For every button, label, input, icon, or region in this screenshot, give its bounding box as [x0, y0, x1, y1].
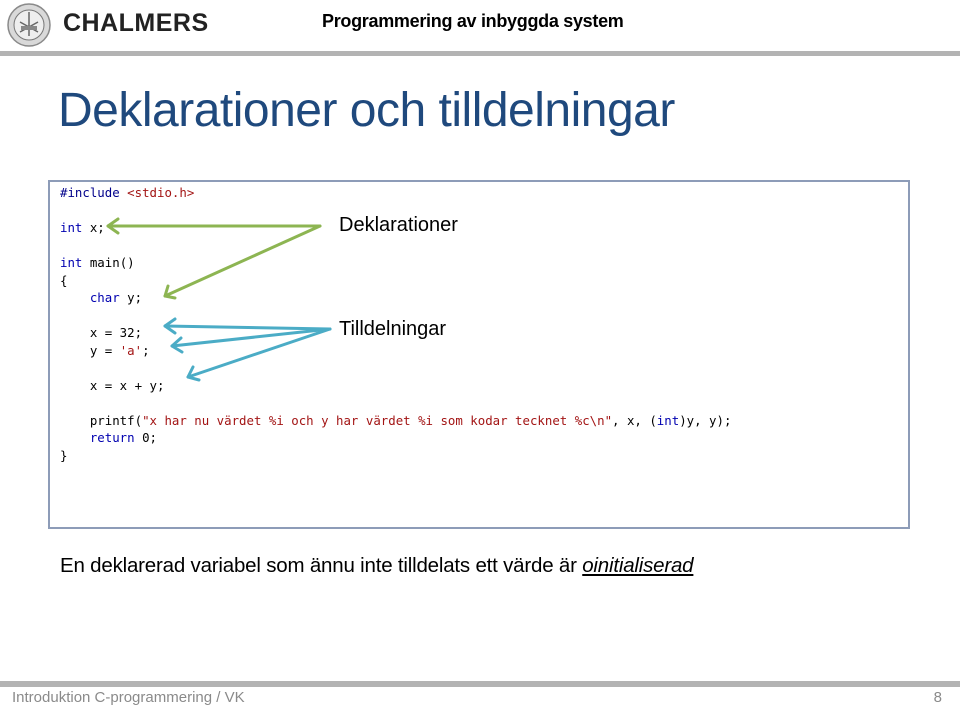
- footer-divider: [0, 681, 960, 687]
- decl-y: y;: [119, 290, 143, 305]
- slide-title: Deklarationer och tilldelningar: [58, 84, 675, 137]
- keyword-char: char: [89, 290, 120, 305]
- open-brace: {: [60, 272, 68, 288]
- assign-y-pre: y =: [89, 342, 120, 358]
- printf-args-end: )y, y);: [679, 412, 732, 428]
- keyword-int: int: [60, 255, 83, 270]
- assign-sum: x = x + y;: [89, 377, 165, 393]
- assignments-label: Tilldelningar: [339, 318, 447, 340]
- format-string: "x har nu värdet %i och y har värdet %i …: [142, 412, 613, 428]
- printf-args: , x, (: [612, 412, 657, 428]
- char-literal: 'a': [119, 342, 143, 358]
- main-signature: main(): [82, 255, 135, 270]
- note-body: En deklarerad variabel som ännu inte til…: [60, 554, 583, 577]
- keyword-return: return: [89, 430, 135, 445]
- note-text: En deklarerad variabel som ännu inte til…: [60, 554, 694, 578]
- printf-call: printf(: [89, 412, 143, 428]
- page-number: 8: [933, 689, 942, 706]
- decl-x: x;: [82, 220, 105, 235]
- course-title: Programmering av inbyggda system: [322, 11, 624, 31]
- assign-x: x = 32;: [89, 325, 143, 340]
- return-value: 0;: [134, 430, 157, 445]
- keyword-int: int: [60, 220, 83, 235]
- keyword-int-cast: int: [656, 412, 680, 428]
- include-file: <stdio.h>: [127, 185, 195, 200]
- close-brace: }: [60, 447, 68, 463]
- declarations-label: Deklarationer: [339, 214, 458, 236]
- footer-text: Introduktion C-programmering / VK: [12, 689, 245, 706]
- note-emphasis: oinitialiserad: [582, 554, 694, 577]
- include-directive: #include: [60, 185, 120, 200]
- chalmers-seal-icon: [7, 3, 51, 47]
- header-divider: [0, 51, 960, 56]
- code-box: #include <stdio.h> int x; int main() { c…: [48, 180, 910, 529]
- assign-y-post: ;: [142, 342, 150, 358]
- brand-name: CHALMERS: [63, 9, 209, 37]
